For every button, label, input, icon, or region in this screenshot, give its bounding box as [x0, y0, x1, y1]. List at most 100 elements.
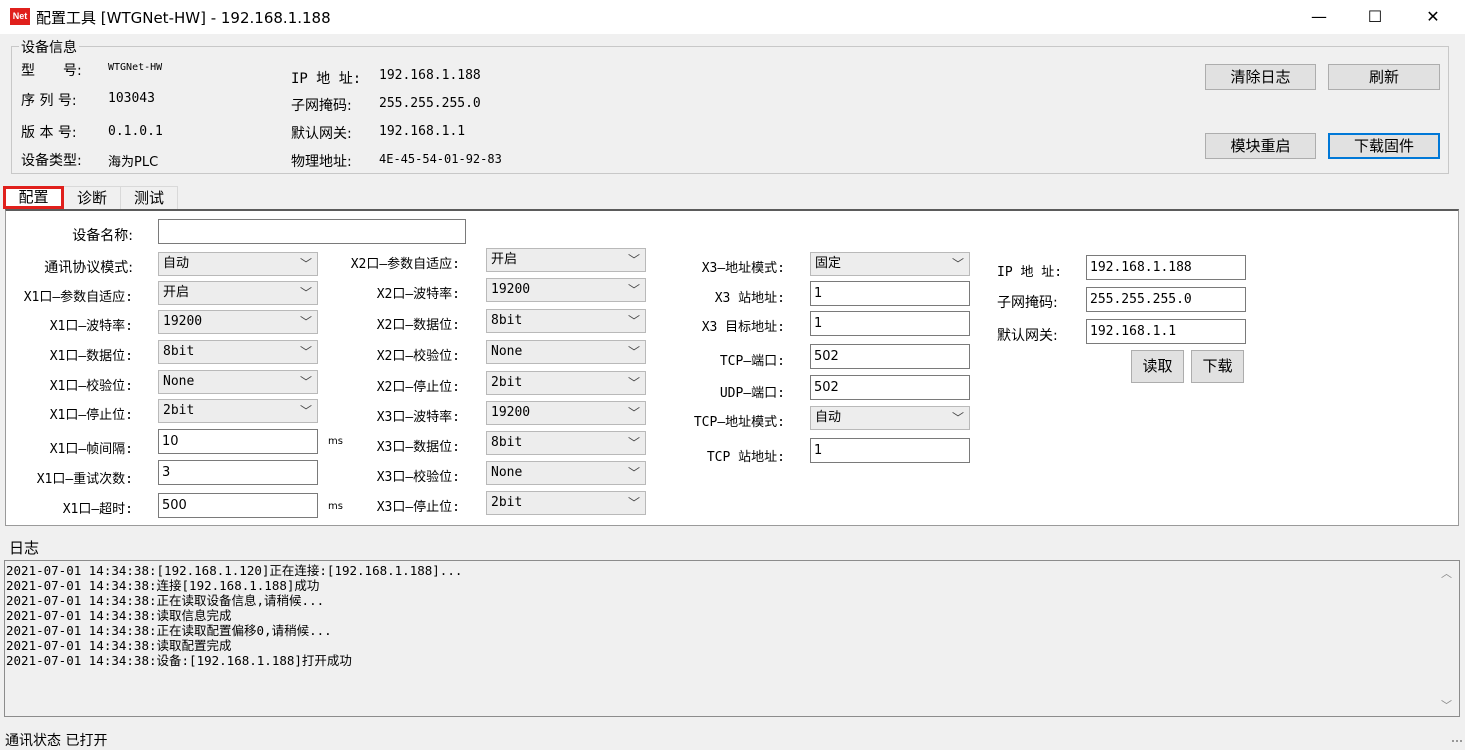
scroll-down-icon[interactable]: ﹀: [1441, 697, 1452, 713]
status-text: 通讯状态 已打开: [5, 733, 108, 749]
x2-baud-select[interactable]: 19200 ﹀: [486, 278, 646, 302]
protocol-label: 通讯协议模式:: [44, 260, 133, 276]
chevron-down-icon: ﹀: [951, 411, 964, 425]
log-line: 2021-07-01 14:34:38:读取信息完成: [6, 608, 232, 623]
net-gateway-input[interactable]: 192.168.1.1: [1086, 319, 1246, 344]
chevron-down-icon: ﹀: [627, 376, 640, 390]
protocol-select[interactable]: 自动 ﹀: [158, 252, 318, 276]
x3-station-input[interactable]: 1: [810, 281, 970, 306]
x2-adapt-label: X2口—参数自适应:: [350, 257, 460, 272]
x3-parity-select[interactable]: None ﹀: [486, 461, 646, 485]
x2-stop-label: X2口—停止位:: [376, 380, 460, 395]
window-title: 配置工具 [WTGNet-HW] - 192.168.1.188: [36, 9, 331, 27]
tab-test[interactable]: 测试: [121, 186, 178, 209]
x1-parity-select[interactable]: None ﹀: [158, 370, 318, 394]
tcp-port-input[interactable]: 502: [810, 344, 970, 369]
chevron-down-icon: ﹀: [299, 257, 312, 271]
x3-stop-value: 2bit: [491, 495, 523, 510]
chevron-down-icon: ﹀: [627, 496, 640, 510]
x1-stop-select[interactable]: 2bit ﹀: [158, 399, 318, 423]
x1-data-label: X1口—数据位:: [49, 349, 133, 364]
x1-adapt-value: 开启: [163, 285, 190, 300]
x1-stop-label: X1口—停止位:: [49, 408, 133, 423]
chevron-down-icon: ﹀: [951, 257, 964, 271]
info-ip-label: IP 地 址:: [291, 71, 362, 87]
x3-addr-mode-value: 固定: [815, 256, 842, 271]
net-gateway-label: 默认网关:: [997, 328, 1058, 344]
resize-grip-icon[interactable]: [1452, 740, 1462, 748]
x1-adapt-select[interactable]: 开启 ﹀: [158, 281, 318, 305]
x2-parity-label: X2口—校验位:: [376, 349, 460, 364]
maximize-button[interactable]: ☐: [1347, 0, 1403, 34]
device-type-value: 海为PLC: [108, 155, 159, 170]
log-line: 2021-07-01 14:34:38:正在读取设备信息,请稍候...: [6, 593, 325, 608]
close-button[interactable]: ✕: [1405, 0, 1461, 34]
x3-addr-mode-select[interactable]: 固定 ﹀: [810, 252, 970, 276]
x2-data-select[interactable]: 8bit ﹀: [486, 309, 646, 333]
x2-adapt-select[interactable]: 开启 ﹀: [486, 248, 646, 272]
info-mask-label: 子网掩码:: [291, 98, 352, 114]
log-line: 2021-07-01 14:34:38:设备:[192.168.1.188]打开…: [6, 653, 352, 668]
x2-data-value: 8bit: [491, 313, 523, 328]
x3-data-select[interactable]: 8bit ﹀: [486, 431, 646, 455]
x1-frame-label: X1口—帧间隔:: [49, 442, 133, 457]
udp-port-label: UDP—端口:: [719, 386, 785, 401]
chevron-down-icon: ﹀: [299, 345, 312, 359]
log-line: 2021-07-01 14:34:38:正在读取配置偏移0,请稍候...: [6, 623, 332, 638]
log-line: 2021-07-01 14:34:38:[192.168.1.120]正在连接:…: [6, 563, 463, 578]
chevron-down-icon: ﹀: [299, 286, 312, 300]
chevron-down-icon: ﹀: [627, 345, 640, 359]
x3-addr-mode-label: X3—地址模式:: [701, 261, 785, 276]
refresh-button[interactable]: 刷新: [1328, 64, 1440, 90]
x2-stop-select[interactable]: 2bit ﹀: [486, 371, 646, 395]
net-ip-label: IP 地 址:: [997, 265, 1063, 280]
net-mask-input[interactable]: 255.255.255.0: [1086, 287, 1246, 312]
read-button[interactable]: 读取: [1131, 350, 1184, 383]
minimize-button[interactable]: —: [1291, 0, 1347, 34]
device-info-title: 设备信息: [19, 37, 79, 57]
udp-port-input[interactable]: 502: [810, 375, 970, 400]
info-gateway-label: 默认网关:: [291, 126, 352, 142]
x3-baud-label: X3口—波特率:: [376, 410, 460, 425]
x2-parity-select[interactable]: None ﹀: [486, 340, 646, 364]
x3-stop-label: X3口—停止位:: [376, 500, 460, 515]
scroll-up-icon[interactable]: ︿: [1441, 565, 1452, 581]
device-type-label: 设备类型:: [21, 153, 82, 169]
tcp-station-input[interactable]: 1: [810, 438, 970, 463]
x3-baud-value: 19200: [491, 405, 531, 420]
x1-timeout-input[interactable]: 500: [158, 493, 318, 518]
x3-baud-select[interactable]: 19200 ﹀: [486, 401, 646, 425]
x1-baud-value: 19200: [163, 314, 203, 329]
download-button[interactable]: 下载: [1191, 350, 1244, 383]
device-name-input[interactable]: [158, 219, 466, 244]
x1-frame-input[interactable]: 10: [158, 429, 318, 454]
x1-timeout-label: X1口—超时:: [62, 502, 133, 517]
tcp-addr-mode-value: 自动: [815, 410, 842, 425]
info-ip-value: 192.168.1.188: [379, 68, 481, 83]
x3-target-input[interactable]: 1: [810, 311, 970, 336]
tab-config[interactable]: 配置: [3, 186, 64, 209]
chevron-down-icon: ﹀: [299, 315, 312, 329]
chevron-down-icon: ﹀: [627, 406, 640, 420]
chevron-down-icon: ﹀: [627, 466, 640, 480]
x1-baud-label: X1口—波特率:: [49, 319, 133, 334]
download-firmware-button[interactable]: 下载固件: [1328, 133, 1440, 159]
tcp-port-label: TCP—端口:: [719, 354, 785, 369]
tab-diagnose[interactable]: 诊断: [64, 186, 121, 209]
net-ip-input[interactable]: 192.168.1.188: [1086, 255, 1246, 280]
log-line: 2021-07-01 14:34:38:连接[192.168.1.188]成功: [6, 578, 320, 593]
x1-baud-select[interactable]: 19200 ﹀: [158, 310, 318, 334]
version-value: 0.1.0.1: [108, 124, 163, 139]
device-name-label: 设备名称:: [72, 228, 133, 244]
restart-module-button[interactable]: 模块重启: [1205, 133, 1316, 159]
x3-parity-value: None: [491, 465, 523, 480]
x1-data-select[interactable]: 8bit ﹀: [158, 340, 318, 364]
x2-baud-label: X2口—波特率:: [376, 287, 460, 302]
x3-stop-select[interactable]: 2bit ﹀: [486, 491, 646, 515]
version-label: 版 本 号:: [21, 125, 77, 141]
x2-stop-value: 2bit: [491, 375, 523, 390]
log-label: 日志: [9, 539, 40, 557]
x1-retry-input[interactable]: 3: [158, 460, 318, 485]
clear-log-button[interactable]: 清除日志: [1205, 64, 1316, 90]
tcp-addr-mode-select[interactable]: 自动 ﹀: [810, 406, 970, 430]
